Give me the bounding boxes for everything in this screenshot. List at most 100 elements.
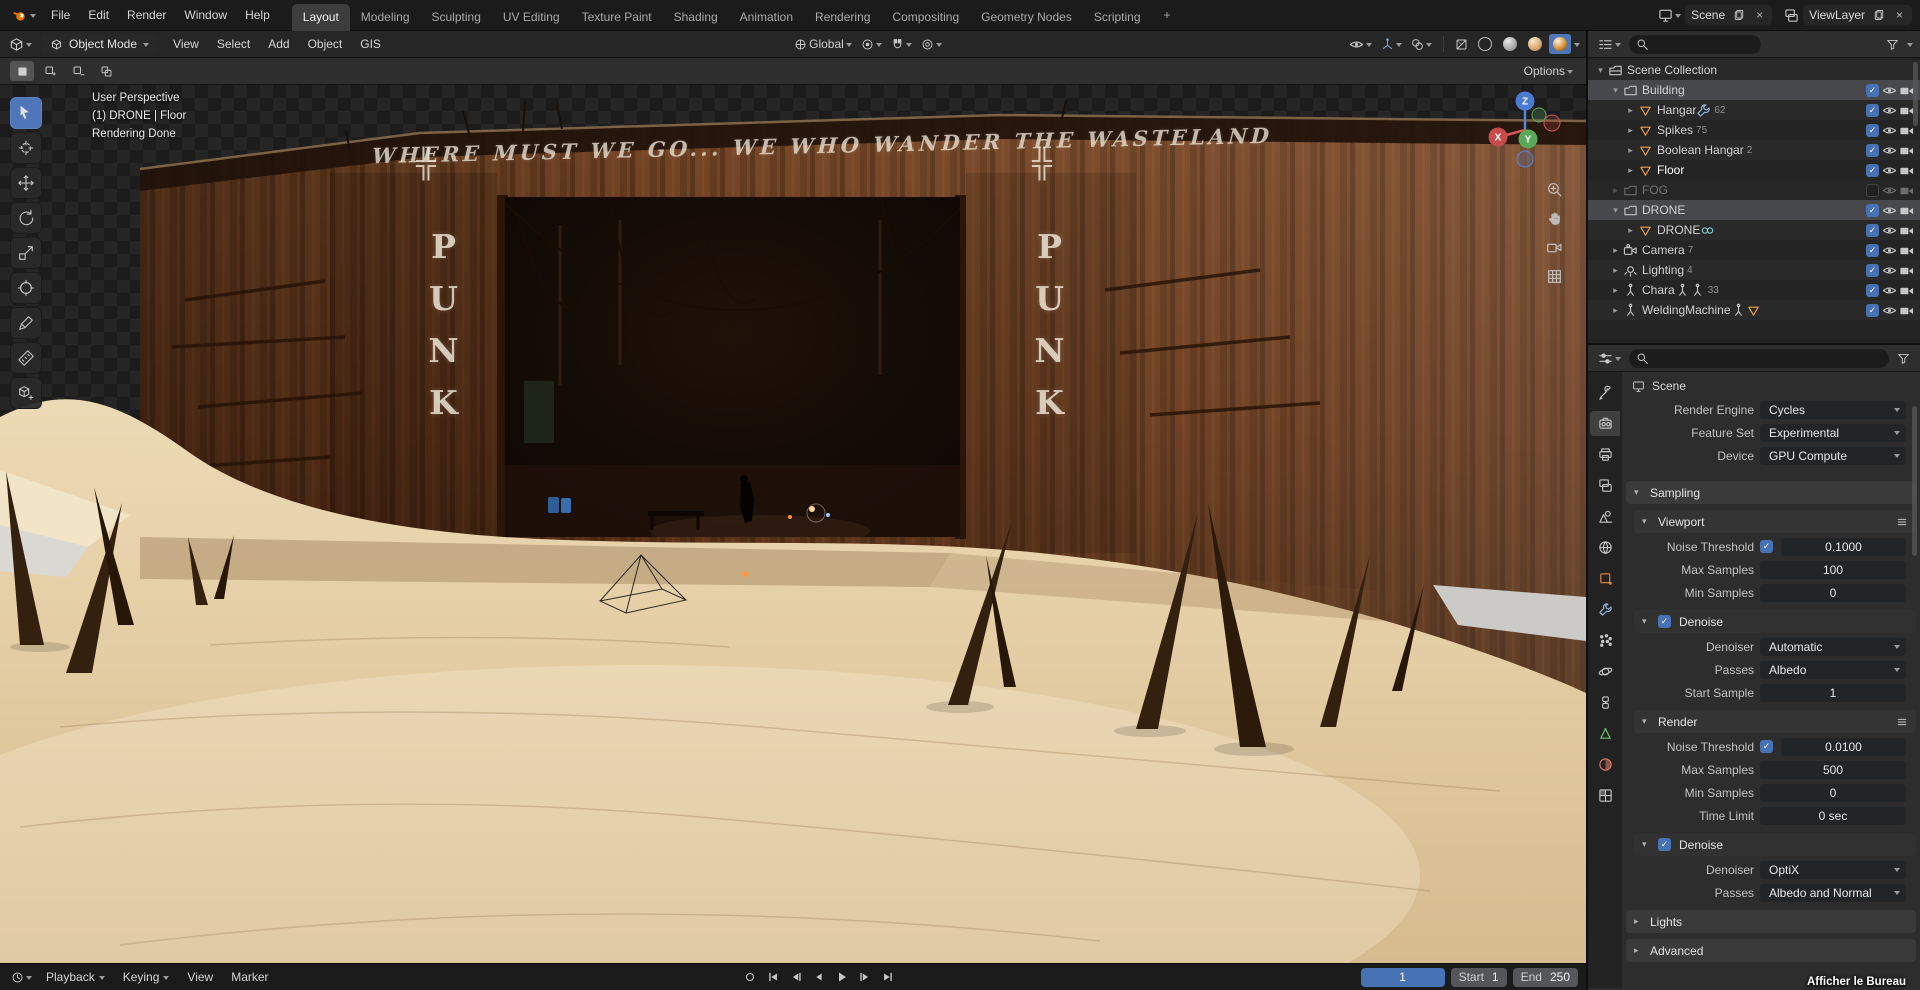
expander-icon[interactable]: ▸ — [1609, 285, 1622, 296]
feature-set-dropdown[interactable]: Experimental — [1760, 423, 1906, 442]
editor-type-button[interactable] — [6, 35, 35, 54]
tool-annotate-button[interactable] — [10, 307, 42, 339]
workspace-tab-animation[interactable]: Animation — [729, 4, 804, 31]
play-reverse-button[interactable] — [808, 968, 830, 986]
hide-eye-icon[interactable] — [1881, 102, 1898, 118]
min-samples-field[interactable]: 0 — [1760, 783, 1906, 802]
tool-add-cube-button[interactable] — [10, 377, 42, 409]
viewport-menu-view[interactable]: View — [164, 32, 208, 56]
min-samples-field[interactable]: 0 — [1760, 583, 1906, 602]
transform-orientation-dropdown[interactable]: Global — [791, 35, 855, 53]
properties-tab-tool[interactable] — [1590, 380, 1620, 405]
max-samples-field[interactable]: 100 — [1760, 560, 1906, 579]
next-keyframe-button[interactable] — [854, 968, 876, 986]
properties-scrollbar[interactable] — [1912, 406, 1917, 556]
disable-render-icon[interactable] — [1898, 182, 1915, 198]
panel-advanced[interactable]: ▸ Advanced — [1626, 939, 1916, 962]
properties-tab-view-layer[interactable] — [1590, 473, 1620, 498]
expander-icon[interactable]: ▾ — [1609, 205, 1622, 216]
add-workspace-button[interactable]: + — [1153, 2, 1182, 29]
remove-viewlayer-icon[interactable]: × — [1893, 8, 1906, 22]
timeline-menu-playback[interactable]: Playback — [37, 965, 114, 989]
play-button[interactable] — [831, 968, 853, 986]
exclude-checkbox[interactable]: ✓ — [1866, 243, 1879, 257]
workspace-tab-shading[interactable]: Shading — [663, 4, 729, 31]
outliner-row-scene-collection[interactable]: ▾ Scene Collection — [1588, 60, 1920, 80]
tool-select-box-button[interactable] — [10, 97, 42, 129]
select-mode-subtract-button[interactable] — [66, 61, 90, 81]
properties-tab-output[interactable] — [1590, 442, 1620, 467]
outliner-row-lighting[interactable]: ▸ Lighting 4 ✓ — [1588, 260, 1920, 280]
disable-render-icon[interactable] — [1898, 202, 1915, 218]
proportional-edit-toggle[interactable] — [918, 36, 945, 53]
properties-tab-modifiers[interactable] — [1590, 597, 1620, 622]
shading-rendered-button[interactable] — [1549, 34, 1572, 54]
shading-solid-button[interactable] — [1499, 34, 1521, 54]
viewport-menu-add[interactable]: Add — [259, 32, 298, 56]
exclude-checkbox[interactable] — [1866, 183, 1879, 197]
unlink-scene-icon[interactable]: × — [1753, 8, 1766, 22]
expander-icon[interactable]: ▾ — [1594, 65, 1607, 76]
workspace-tab-texture-paint[interactable]: Texture Paint — [571, 4, 663, 31]
menu-window[interactable]: Window — [175, 3, 236, 27]
shading-material-button[interactable] — [1524, 34, 1546, 54]
outliner-row-drone[interactable]: ▸ DRONE ✓ — [1588, 220, 1920, 240]
hide-eye-icon[interactable] — [1881, 242, 1898, 258]
properties-tab-render[interactable] — [1590, 411, 1620, 436]
new-viewlayer-icon[interactable] — [1870, 9, 1888, 21]
disable-render-icon[interactable] — [1898, 162, 1915, 178]
tool-measure-button[interactable] — [10, 342, 42, 374]
panel-sampling[interactable]: ▾ Sampling — [1626, 481, 1916, 504]
select-mode-intersect-button[interactable] — [94, 61, 118, 81]
scene-name-field[interactable]: Scene × — [1685, 5, 1773, 25]
previous-keyframe-button[interactable] — [785, 968, 807, 986]
passes-dropdown[interactable]: Albedo — [1760, 660, 1906, 679]
timeline-menu-marker[interactable]: Marker — [222, 965, 277, 989]
passes-dropdown[interactable]: Albedo and Normal — [1760, 883, 1906, 902]
hide-eye-icon[interactable] — [1881, 142, 1898, 158]
exclude-checkbox[interactable]: ✓ — [1866, 103, 1879, 117]
exclude-checkbox[interactable]: ✓ — [1866, 83, 1879, 97]
axis-negative-y[interactable] — [1531, 107, 1547, 123]
jump-to-start-button[interactable] — [762, 968, 784, 986]
exclude-checkbox[interactable]: ✓ — [1866, 263, 1879, 277]
outliner-row-spikes[interactable]: ▸ Spikes 75 ✓ — [1588, 120, 1920, 140]
outliner-filter-button[interactable] — [1883, 36, 1902, 53]
camera-view-icon[interactable] — [1546, 239, 1563, 256]
axis-negative-x[interactable] — [1543, 114, 1561, 132]
timeline-editor-type-button[interactable] — [8, 969, 35, 986]
render-engine-dropdown[interactable]: Cycles — [1760, 400, 1906, 419]
outliner-editor-type-button[interactable] — [1595, 35, 1624, 54]
outliner-row-hangar[interactable]: ▸ Hangar 62 ✓ — [1588, 100, 1920, 120]
tool-move-button[interactable] — [10, 167, 42, 199]
zoom-icon[interactable] — [1546, 181, 1563, 198]
current-frame-field[interactable]: 1 — [1360, 967, 1445, 987]
disable-render-icon[interactable] — [1898, 262, 1915, 278]
properties-tab-texture[interactable] — [1590, 783, 1620, 808]
expander-icon[interactable]: ▸ — [1609, 185, 1622, 196]
properties-tab-object[interactable] — [1590, 566, 1620, 591]
timeline-menu-view[interactable]: View — [178, 965, 222, 989]
properties-tab-physics[interactable] — [1590, 659, 1620, 684]
workspace-tab-geometry-nodes[interactable]: Geometry Nodes — [970, 4, 1083, 31]
shading-wireframe-button[interactable] — [1474, 34, 1496, 54]
gizmos-dropdown[interactable] — [1378, 36, 1405, 53]
outliner-row-camera[interactable]: ▸ Camera 7 ✓ — [1588, 240, 1920, 260]
workspace-tab-layout[interactable]: Layout — [291, 3, 350, 31]
outliner-row-building[interactable]: ▾ Building ✓ — [1588, 80, 1920, 100]
expander-icon[interactable]: ▸ — [1624, 105, 1637, 116]
presets-icon[interactable] — [1896, 716, 1908, 728]
disable-render-icon[interactable] — [1898, 282, 1915, 298]
tool-cursor-button[interactable] — [10, 132, 42, 164]
noise-threshold-checkbox[interactable]: ✓ — [1760, 740, 1773, 753]
start-sample-field[interactable]: 1 — [1760, 683, 1906, 702]
device-dropdown[interactable]: GPU Compute — [1760, 446, 1906, 465]
outliner-row-drone[interactable]: ▾ DRONE ✓ — [1588, 200, 1920, 220]
disable-render-icon[interactable] — [1898, 222, 1915, 238]
presets-icon[interactable] — [1896, 516, 1908, 528]
pan-hand-icon[interactable] — [1546, 210, 1563, 227]
panel-checkbox[interactable]: ✓ — [1658, 838, 1671, 851]
panel-viewport[interactable]: ▾ Viewport — [1634, 510, 1916, 533]
exclude-checkbox[interactable]: ✓ — [1866, 123, 1879, 137]
hide-eye-icon[interactable] — [1881, 282, 1898, 298]
